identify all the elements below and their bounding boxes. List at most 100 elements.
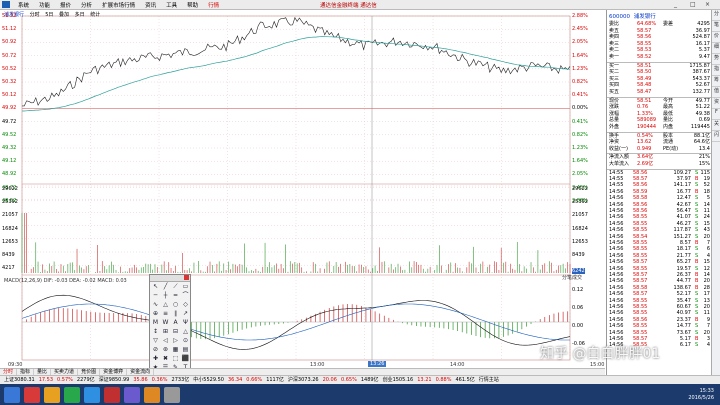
side-function-button[interactable]: 资 [712,98,720,109]
drawing-tool-icon[interactable]: ⊘ [151,346,160,354]
drawing-tool-icon[interactable]: ✖ [161,355,170,363]
maximize-button[interactable]: □ [690,1,696,8]
drawing-tool-icon[interactable]: ↖ [151,283,160,291]
quote-row-value2: 51.22 [695,104,710,111]
drawing-tool-icon[interactable]: ≡ [161,310,170,318]
taskbar-trading-icon[interactable] [104,386,120,403]
chart-tab-stats[interactable]: 统计 [90,12,100,18]
side-function-button[interactable]: 势 [712,54,720,65]
menu-item-news[interactable]: 资讯 [140,1,161,9]
macd-axis-label: 0.06 [572,305,584,311]
taskbar-window-icon[interactable] [164,386,180,403]
drawing-tool-icon[interactable]: ⊛ [161,346,170,354]
drawing-tool-icon[interactable]: ⌒ [181,292,190,300]
drawing-tool-icon[interactable]: M [151,319,160,327]
drawing-tool-icon[interactable]: ▷ [171,337,180,345]
market-status-bar: 上证3080.31 17.53 0.57% 2279亿 深证9850.99 35.86 0.… [0,375,720,384]
tick-side: S [695,342,699,349]
tick-detail-tag[interactable]: 分笔成交 [562,274,582,281]
side-function-button[interactable]: 值 [712,87,720,98]
drawing-tool-icon[interactable]: ⊕ [151,310,160,318]
drawing-tool-icon[interactable]: ○ [171,301,180,309]
drawing-tool-icon[interactable]: ▦ [171,346,180,354]
drawing-tool-icon[interactable]: A [171,319,180,327]
start-button-icon[interactable] [4,386,20,403]
drawing-tool-icon[interactable]: ◇ [181,301,190,309]
drawing-tool-icon[interactable]: ⬛ [181,355,190,363]
drawing-tool-icon[interactable]: ─ [151,292,160,300]
menu-item-tools[interactable]: 工具 [161,1,182,9]
side-function-button[interactable]: 关 [712,120,720,131]
drawing-tool-icon[interactable]: Ψ [181,319,190,327]
drawing-tool-icon[interactable]: ✚ [151,355,160,363]
side-function-button[interactable]: 指 [712,65,720,76]
drawing-tool-icon[interactable]: ⊟ [171,328,180,336]
chart-tab-overlay[interactable]: 叠加 [59,12,69,18]
status-item: 0.36% [151,377,168,383]
minimize-button[interactable]: _ [674,1,677,8]
quote-row: 卖三 58.55 16.17 [607,41,712,48]
chart-tab-5day[interactable]: 5日 [45,12,53,18]
quote-row-value: 64.68% [637,21,657,27]
drawing-tool-icon[interactable]: ▭ [181,283,190,291]
taskbar-folder-icon[interactable] [144,386,160,403]
drawing-tool-icon[interactable]: ═ [171,292,180,300]
taskbar-app-icon[interactable] [24,386,40,403]
menu-item-quote[interactable]: 报价 [55,1,76,9]
side-function-button[interactable]: 筹 [712,76,720,87]
drawing-tool-icon[interactable]: ⊙ [181,337,190,345]
drawing-tool-icon[interactable]: ∥ [171,310,180,318]
price-axis-label: 49.12 [2,158,17,165]
pct-axis-label: 0.82% [572,131,588,138]
pct-axis-label: 2.05% [572,39,588,46]
drawing-tool-icon[interactable]: ⊞ [161,328,170,336]
menu-item-market-active[interactable]: 行情 [203,1,224,9]
drawing-tool-icon[interactable]: ↗ [181,310,190,318]
quote-row-value: 58.51 [637,62,652,69]
drawing-tool-icon[interactable]: ▽ [151,337,160,345]
side-function-button[interactable]: 笔 [712,21,720,32]
menu-item-extended-market[interactable]: 扩展市场行情 [97,1,140,9]
status-item: 沪深3073.26 [287,377,319,383]
taskbar-qq-icon[interactable] [84,386,100,403]
side-function-button[interactable]: 细 [712,43,720,54]
side-function-button[interactable]: 闪 [712,131,720,142]
drawing-tool-icon[interactable]: ⟋ [171,283,180,291]
close-button[interactable]: × [705,1,710,8]
drawing-tool-icon[interactable]: △ [181,328,190,336]
side-function-button[interactable]: F [712,109,720,120]
drawing-tool-icon[interactable]: ┼ [161,292,170,300]
quote-row-value2: 5.37 [698,47,710,54]
clock-time: 15:33 [699,388,714,394]
taskbar-browser-icon[interactable] [44,386,60,403]
status-item: 461.5亿 [455,377,475,383]
menu-item-analysis[interactable]: 分析 [76,1,97,9]
quote-row-value: 58.50 [637,69,652,76]
drawing-tool-icon[interactable]: ◁ [161,337,170,345]
drawing-tool-icon[interactable]: △ [161,301,170,309]
drawing-tool-icon[interactable]: ∿ [151,301,160,309]
intraday-chart-area[interactable] [0,10,605,368]
drawing-tool-icon[interactable]: W [161,319,170,327]
quote-row-value: 589089 [637,117,657,124]
status-item: 36.34 [227,377,243,383]
status-item: 0.66% [246,377,263,383]
menu-item-help[interactable]: 帮助 [182,1,203,9]
taskbar-wechat-icon[interactable] [64,386,80,403]
side-function-button[interactable]: 分 [712,10,720,21]
taskbar-misc-icon[interactable] [124,386,140,403]
price-axis-label: 50.92 [2,39,17,46]
menu-item-system[interactable]: 系统 [13,1,34,9]
drawing-tool-icon[interactable]: ↕ [151,328,160,336]
drawing-toolbox[interactable]: ↖╱⟋▭─┼═⌒∿△○◇⊕≡∥↗MWAΨ↕⊞⊟△▽◁▷⊙⊘⊛▦▤✚✖⬚⬛★☰✎T [149,274,191,382]
menu-item-function[interactable]: 功能 [34,1,55,9]
drawing-tool-icon[interactable]: ╱ [161,283,170,291]
chart-tab-intraday[interactable]: 分时 [30,12,40,18]
side-function-button[interactable]: 价 [712,32,720,43]
drawing-tool-icon[interactable]: ⬚ [171,355,180,363]
toolbox-close-icon[interactable] [184,275,189,280]
chart-canvas[interactable] [0,10,605,368]
quote-row-label: 卖五 [609,27,620,34]
chart-tab-multiday[interactable]: 多日 [75,12,85,18]
drawing-tool-icon[interactable]: ▤ [181,346,190,354]
